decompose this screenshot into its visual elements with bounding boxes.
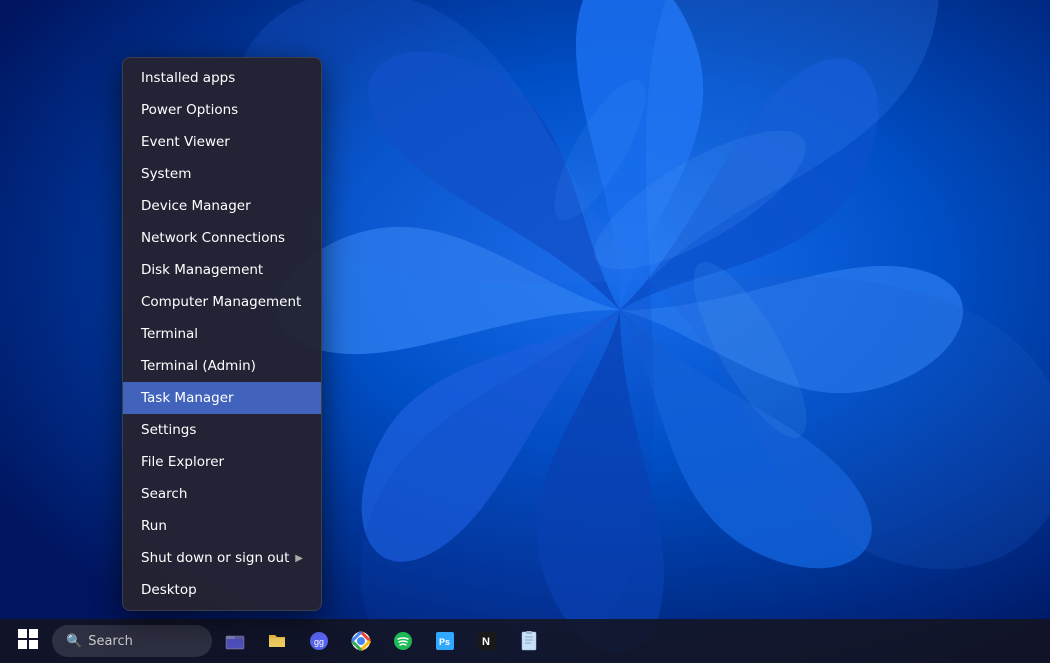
menu-item-label-settings: Settings	[141, 422, 196, 438]
windows-logo-icon	[18, 629, 38, 653]
menu-item-label-network-connections: Network Connections	[141, 230, 285, 246]
menu-item-label-shut-down: Shut down or sign out	[141, 550, 289, 566]
start-button[interactable]	[8, 621, 48, 661]
taskbar-notepad[interactable]	[510, 622, 548, 660]
menu-item-event-viewer[interactable]: Event Viewer	[123, 126, 321, 158]
taskbar-file-explorer[interactable]	[216, 622, 254, 660]
menu-item-computer-management[interactable]: Computer Management	[123, 286, 321, 318]
menu-item-task-manager[interactable]: Task Manager	[123, 382, 321, 414]
menu-item-terminal-admin[interactable]: Terminal (Admin)	[123, 350, 321, 382]
svg-text:N: N	[482, 636, 490, 648]
menu-item-label-system: System	[141, 166, 191, 182]
menu-item-label-computer-management: Computer Management	[141, 294, 301, 310]
taskbar-photoshop[interactable]: Ps	[426, 622, 464, 660]
taskbar-chrome[interactable]	[342, 622, 380, 660]
menu-item-label-task-manager: Task Manager	[141, 390, 234, 406]
menu-item-settings[interactable]: Settings	[123, 414, 321, 446]
taskbar-discord[interactable]: gg	[300, 622, 338, 660]
taskbar-notion[interactable]: N	[468, 622, 506, 660]
menu-item-system[interactable]: System	[123, 158, 321, 190]
menu-item-label-terminal-admin: Terminal (Admin)	[141, 358, 256, 374]
menu-item-label-search: Search	[141, 486, 187, 502]
svg-text:Ps: Ps	[439, 637, 450, 647]
svg-text:gg: gg	[314, 637, 324, 647]
menu-item-disk-management[interactable]: Disk Management	[123, 254, 321, 286]
taskbar-search[interactable]: 🔍 Search	[52, 625, 212, 657]
menu-item-power-options[interactable]: Power Options	[123, 94, 321, 126]
menu-item-label-event-viewer: Event Viewer	[141, 134, 230, 150]
taskbar-files[interactable]	[258, 622, 296, 660]
search-icon: 🔍	[66, 634, 82, 649]
menu-item-terminal[interactable]: Terminal	[123, 318, 321, 350]
menu-item-desktop[interactable]: Desktop	[123, 574, 321, 606]
taskbar-spotify[interactable]	[384, 622, 422, 660]
menu-item-installed-apps[interactable]: Installed apps	[123, 62, 321, 94]
menu-item-label-disk-management: Disk Management	[141, 262, 263, 278]
menu-item-label-power-options: Power Options	[141, 102, 238, 118]
menu-item-shut-down[interactable]: Shut down or sign out ▶	[123, 542, 321, 574]
menu-item-search[interactable]: Search	[123, 478, 321, 510]
menu-item-label-file-explorer: File Explorer	[141, 454, 224, 470]
menu-item-device-manager[interactable]: Device Manager	[123, 190, 321, 222]
menu-item-label-desktop: Desktop	[141, 582, 197, 598]
chevron-right-icon: ▶	[295, 553, 303, 564]
menu-item-label-run: Run	[141, 518, 167, 534]
menu-item-label-installed-apps: Installed apps	[141, 70, 235, 86]
menu-item-label-terminal: Terminal	[141, 326, 198, 342]
menu-item-label-device-manager: Device Manager	[141, 198, 251, 214]
menu-item-run[interactable]: Run	[123, 510, 321, 542]
taskbar: 🔍 Search gg	[0, 619, 1050, 663]
menu-item-file-explorer[interactable]: File Explorer	[123, 446, 321, 478]
menu-item-network-connections[interactable]: Network Connections	[123, 222, 321, 254]
context-menu: Installed apps Power Options Event Viewer S…	[122, 57, 322, 611]
taskbar-search-label: Search	[88, 634, 133, 649]
